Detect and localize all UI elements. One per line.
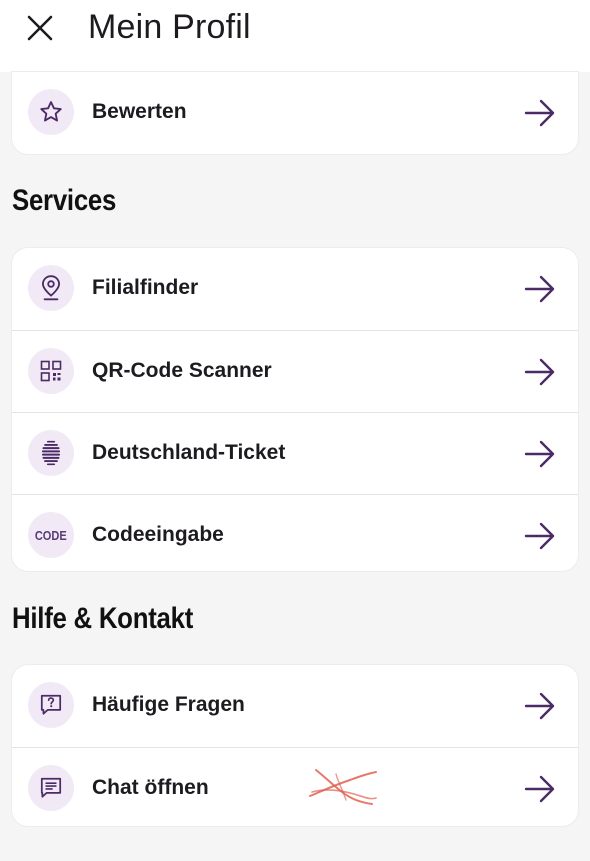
location-pin-icon [42, 275, 60, 301]
location-icon-circle [28, 265, 74, 311]
arrow-right-icon [524, 358, 555, 386]
faq-icon [40, 694, 62, 715]
code-icon-text: CODE [35, 527, 67, 543]
menu-item-label: QR-Code Scanner [92, 359, 272, 382]
menu-item-qr-scanner[interactable]: QR-Code Scanner [12, 330, 578, 412]
services-card: Filialfinder QR-Code Scanner Deutschland… [12, 248, 578, 571]
code-icon: CODE [28, 512, 74, 558]
ticket-icon-circle [28, 430, 74, 476]
qr-icon-circle [28, 348, 74, 394]
menu-item-bewerten[interactable]: Bewerten [12, 72, 578, 154]
section-title-help: Hilfe & Kontakt [12, 602, 194, 635]
menu-item-label: Deutschland-Ticket [92, 441, 286, 464]
star-icon-circle [28, 89, 74, 135]
scribble-mark [309, 769, 377, 805]
menu-item-faq[interactable]: Häufige Fragen [12, 665, 578, 747]
ticket-icon [41, 440, 61, 466]
arrow-right-icon [524, 522, 555, 550]
arrow-right-icon [524, 99, 555, 127]
arrow-right-icon [524, 775, 555, 803]
faq-icon-circle [28, 682, 74, 728]
qr-code-icon [40, 360, 62, 382]
menu-item-label: Filialfinder [92, 276, 199, 299]
menu-item-chat[interactable]: Chat öffnen [12, 747, 578, 826]
page-title: Mein Profil [88, 8, 251, 46]
menu-item-label: Bewerten [92, 100, 187, 123]
menu-item-label: Chat öffnen [92, 776, 209, 799]
arrow-right-icon [524, 440, 555, 468]
chat-icon-circle [28, 765, 74, 811]
app-header: Mein Profil [0, 0, 590, 72]
close-icon [27, 15, 53, 41]
close-button[interactable] [22, 10, 58, 46]
chat-icon [40, 777, 62, 798]
section-title-services: Services [12, 184, 117, 217]
menu-item-filialfinder[interactable]: Filialfinder [12, 248, 578, 330]
arrow-right-icon [524, 275, 555, 303]
arrow-right-icon [524, 692, 555, 720]
menu-item-label: Codeeingabe [92, 523, 224, 546]
rate-card: Bewerten [12, 72, 578, 154]
menu-item-codeeingabe[interactable]: CODE Codeeingabe [12, 494, 578, 571]
star-icon [40, 101, 62, 122]
menu-item-deutschland-ticket[interactable]: Deutschland-Ticket [12, 412, 578, 494]
help-card: Häufige Fragen Chat öffnen [12, 665, 578, 826]
menu-item-label: Häufige Fragen [92, 693, 245, 716]
